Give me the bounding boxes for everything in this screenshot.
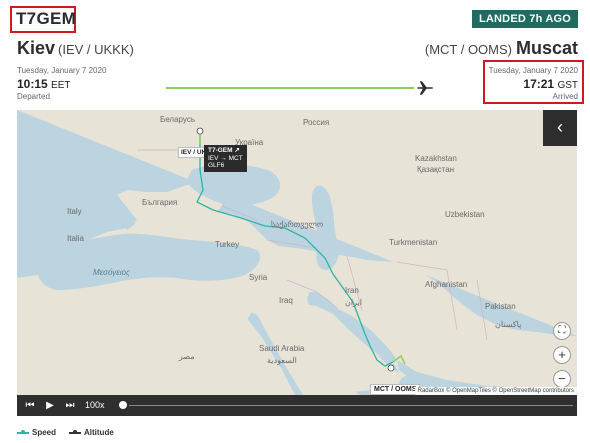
destination-airport-tag[interactable]: MCT / OOMS <box>370 384 421 395</box>
arrival-date: Tuesday, January 7 2020 <box>488 66 578 75</box>
fullscreen-button[interactable]: ⛶ <box>553 322 571 340</box>
arrival-time: 17:21 GST <box>523 77 578 91</box>
timeline-track[interactable] <box>121 405 573 406</box>
departure-status-label: Departed <box>17 92 50 101</box>
tooltip-aircraft-type: GLF6 <box>208 162 225 169</box>
origin-city[interactable]: Kiev <box>17 38 55 59</box>
map-label-iran: Iran <box>345 286 359 295</box>
map-label-saudi: Saudi Arabia <box>259 344 305 353</box>
map-label-pakistan-ur: پاکستان <box>495 320 522 329</box>
arrival-time-value: 17:21 <box>523 77 555 91</box>
legend-altitude[interactable]: Altitude <box>69 428 114 437</box>
tooltip-callsign: T7-GEM ↗ <box>208 147 240 154</box>
rewind-button[interactable]: ⏮ <box>21 395 39 416</box>
map-label-russia: Россия <box>303 118 330 127</box>
altitude-swatch-icon <box>69 429 81 434</box>
playback-speed[interactable]: 100x <box>85 395 105 416</box>
arrival-timezone: GST <box>557 80 578 91</box>
status-badge: LANDED 7h AGO <box>471 10 578 28</box>
destination-airport-codes: (MCT / OOMS) <box>424 42 512 57</box>
destination-marker <box>387 364 395 372</box>
map-label-uzbekistan: Uzbekistan <box>445 210 485 219</box>
map-label-belarus: Беларусь <box>160 115 195 124</box>
map-label-iraq: Iraq <box>279 296 293 305</box>
map-label-sakartvelo: საქართველო <box>271 220 324 229</box>
map-label-turkmenistan: Turkmenistan <box>389 238 438 247</box>
zoom-in-button[interactable]: + <box>553 346 571 364</box>
zoom-out-button[interactable]: − <box>553 370 571 388</box>
departure-timezone: EET <box>51 80 71 91</box>
plane-icon <box>417 81 434 95</box>
playback-bar: ⏮ ▶ ⏭ 100x <box>17 395 577 416</box>
play-button[interactable]: ▶ <box>41 395 59 416</box>
map-label-italy: Italy <box>67 207 82 216</box>
tooltip-route: IEV → MCT <box>208 154 243 162</box>
map-label-afghanistan: Afghanistan <box>425 280 468 289</box>
collapse-panel-button[interactable]: ‹ <box>543 110 577 146</box>
map-label-syria: Syria <box>249 273 268 282</box>
map-label-mediterranean: Μεσόγειος <box>93 268 130 277</box>
flight-callsign: T7GEM <box>16 9 77 28</box>
map-label-egypt: مصر <box>179 352 195 361</box>
map-label-kazakhstan: Kazakhstan <box>415 154 457 163</box>
legend-speed[interactable]: Speed <box>17 428 56 437</box>
timeline-scrubber[interactable] <box>117 399 129 411</box>
flight-map[interactable]: Kazakhstan Қазақстан Uzbekistan Turkmeni… <box>17 110 577 395</box>
flight-tooltip[interactable]: T7-GEM ↗ IEV → MCT GLF6 <box>204 145 247 172</box>
map-label-bulgaria: България <box>142 198 178 207</box>
departure-time: 10:15 EET <box>17 77 71 91</box>
map-label-iran-fa: ایران <box>345 298 362 307</box>
map-attribution[interactable]: RadarBox © OpenMapTiles © OpenStreetMap … <box>414 387 577 395</box>
destination-city[interactable]: Muscat <box>516 38 578 59</box>
departure-time-value: 10:15 <box>17 77 48 91</box>
map-label-pakistan: Pakistan <box>485 302 516 311</box>
map-label-italia: Italia <box>67 234 84 243</box>
map-label-kazakhstan-cyr: Қазақстан <box>417 165 455 174</box>
legend-speed-label: Speed <box>32 428 57 437</box>
map-label-turkey: Turkey <box>215 240 240 249</box>
speed-swatch-icon <box>17 429 29 434</box>
origin-marker <box>196 127 204 135</box>
flight-progress-line <box>166 87 414 89</box>
departure-date: Tuesday, January 7 2020 <box>17 66 107 75</box>
origin-airport-codes: (IEV / UKKK) <box>58 42 134 57</box>
legend-altitude-label: Altitude <box>84 428 114 437</box>
map-label-saudi-ar: السعودية <box>267 356 297 365</box>
arrival-status-label: Arrived <box>552 92 578 101</box>
fast-forward-button[interactable]: ⏭ <box>61 395 79 416</box>
